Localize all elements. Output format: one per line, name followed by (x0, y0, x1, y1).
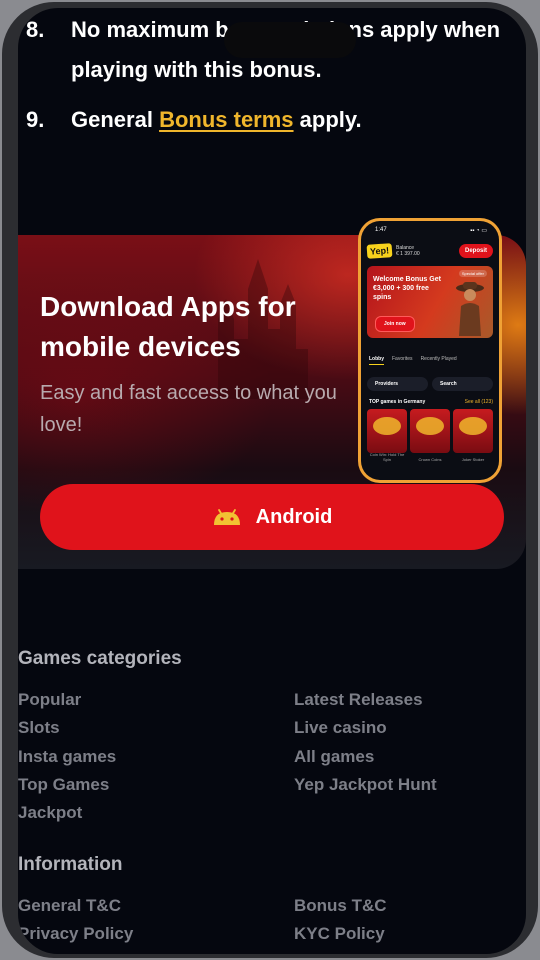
top-games-title: TOP games in Germany (369, 399, 426, 405)
phone-welcome-banner: Welcome Bonus Get €3,000 + 300 free spin… (367, 266, 493, 338)
game-tile: Crown Coins (410, 409, 450, 462)
cowboy-character-icon (456, 282, 484, 336)
android-download-button[interactable]: Android (40, 484, 504, 550)
phone-tab-recent: Recently Played (420, 356, 457, 362)
phone-screen: 1:47 ▪▪ ◔ ▭ Yep! Balance € 1 397.00 Depos… (361, 221, 499, 480)
device-frame: 8. No maximum bet restrictions apply whe… (2, 2, 538, 958)
signal-battery-icon: ▪▪ ◔ ▭ (470, 228, 487, 234)
phone-filter-row: Providers Search (367, 377, 493, 391)
games-categories-right: Latest Releases Live casino All games Ye… (294, 686, 437, 799)
special-offer-badge: Special offer (458, 270, 487, 277)
term-number: 9. (26, 107, 45, 132)
phone-status-bar: 1:47 ▪▪ ◔ ▭ (375, 227, 487, 234)
games-categories-heading: Games categories (18, 648, 182, 669)
game-tile: Joker Stoker (453, 409, 493, 462)
game-title: Joker Stoker (461, 457, 485, 462)
term-text: General Bonus terms apply. (71, 100, 362, 140)
term-prefix: General (71, 107, 153, 132)
screen: 8. No maximum bet restrictions apply whe… (18, 8, 526, 954)
game-title: Coin Win: Hold The Spin (369, 452, 405, 462)
see-all-link: See all (123) (464, 399, 493, 405)
phone-tab-lobby: Lobby (369, 356, 384, 365)
phone-mockup-image: 1:47 ▪▪ ◔ ▭ Yep! Balance € 1 397.00 Depos… (358, 218, 502, 483)
android-icon (213, 509, 240, 525)
information-heading: Information (18, 854, 123, 875)
join-now-button: Join now (375, 316, 415, 332)
promo-subtitle: Easy and fast access to what you love! (40, 382, 337, 436)
footer-link-kyc-policy[interactable]: KYC Policy (294, 920, 387, 948)
banner-title: Welcome Bonus Get €3,000 + 300 free spin… (373, 276, 441, 301)
footer-link-general-tc[interactable]: General T&C (18, 892, 133, 920)
footer-link-jackpot-hunt[interactable]: Yep Jackpot Hunt (294, 771, 437, 799)
yep-casino-logo: Yep! (366, 243, 393, 259)
term-number: 8. (26, 17, 45, 42)
phone-top-games-header: TOP games in Germany See all (123) (369, 399, 493, 405)
phone-tabs: Lobby Favorites Recently Played (369, 356, 495, 365)
phone-balance: Balance € 1 397.00 (396, 245, 455, 257)
games-categories-left: Popular Slots Insta games Top Games Jack… (18, 686, 116, 827)
game-title: Crown Coins (418, 457, 442, 462)
footer-link-live-casino[interactable]: Live casino (294, 714, 437, 742)
footer-link-top-games[interactable]: Top Games (18, 771, 116, 799)
footer-link-slots[interactable]: Slots (18, 714, 116, 742)
phone-time: 1:47 (375, 227, 387, 233)
information-left: General T&C Privacy Policy (18, 892, 133, 949)
providers-pill: Providers (367, 377, 428, 391)
footer-link-insta-games[interactable]: Insta games (18, 743, 116, 771)
android-button-label: Android (255, 505, 333, 528)
term-suffix: apply. (299, 107, 362, 132)
footer-link-latest-releases[interactable]: Latest Releases (294, 686, 437, 714)
footer-link-popular[interactable]: Popular (18, 686, 116, 714)
game-art-icon (416, 417, 444, 435)
phone-app-header: Yep! Balance € 1 397.00 Deposit (366, 241, 493, 261)
bonus-terms-link[interactable]: Bonus terms (159, 107, 293, 132)
phone-games-row: Coin Win: Hold The Spin Crown Coins Joke… (367, 409, 493, 462)
dynamic-island (224, 22, 356, 58)
footer-link-jackpot[interactable]: Jackpot (18, 799, 116, 827)
search-pill: Search (432, 377, 493, 391)
phone-deposit-button: Deposit (458, 244, 493, 258)
footer-link-privacy-policy[interactable]: Privacy Policy (18, 920, 133, 948)
phone-tab-favorites: Favorites (392, 356, 413, 362)
game-tile: Coin Win: Hold The Spin (367, 409, 407, 462)
game-art-icon (459, 417, 487, 435)
information-right: Bonus T&C KYC Policy (294, 892, 387, 949)
promo-title: Download Apps for mobile devices (40, 291, 296, 362)
footer-link-bonus-tc[interactable]: Bonus T&C (294, 892, 387, 920)
game-art-icon (373, 417, 401, 435)
balance-value: € 1 397.00 (396, 251, 420, 257)
footer-link-all-games[interactable]: All games (294, 743, 437, 771)
